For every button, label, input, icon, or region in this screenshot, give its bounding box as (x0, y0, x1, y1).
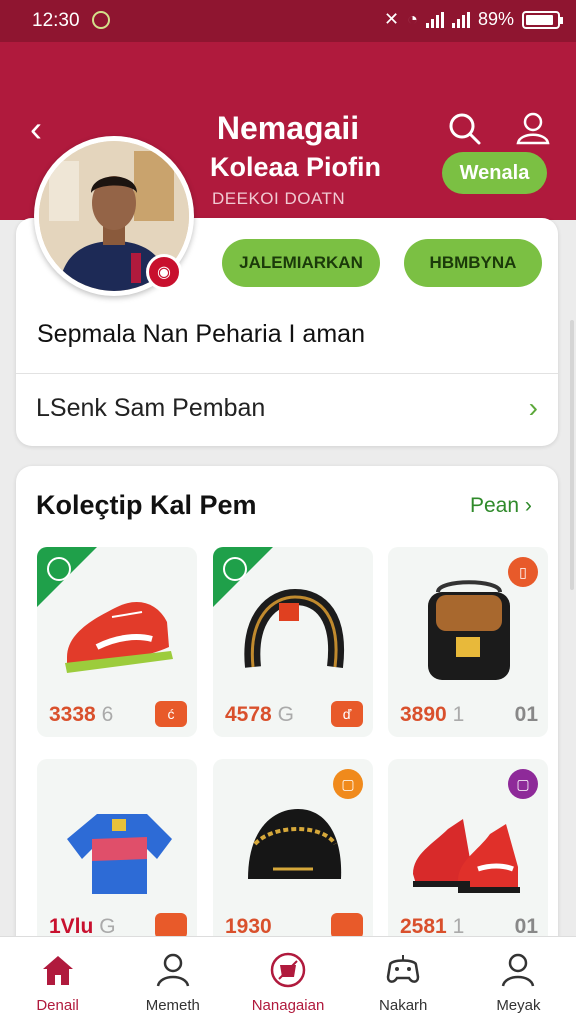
price-tag-icon: ď (331, 701, 363, 727)
product-card[interactable]: ▯ 3890 1 01 (388, 547, 548, 737)
price-suffix: 1 (452, 703, 465, 726)
action-button-secondary[interactable]: HBMBYNA (404, 239, 542, 287)
price-value: 2581 (400, 915, 447, 938)
search-icon[interactable] (448, 112, 482, 146)
info-title: Sepmala Nan Peharia I aman (37, 320, 365, 348)
nav-item-members[interactable]: Memeth (115, 937, 230, 1024)
collection-more-link[interactable]: Pean › (470, 494, 532, 518)
product-card[interactable]: 3338 6 ć (37, 547, 197, 737)
product-code: 01 (514, 703, 538, 726)
product-card[interactable]: 4578 G ď (213, 547, 373, 737)
price-value: 1930 (225, 915, 272, 938)
product-price: 3338 6 (49, 703, 113, 727)
account-icon[interactable] (515, 110, 551, 146)
nav-label: Denail (36, 997, 79, 1014)
person-icon (156, 953, 190, 987)
status-bar: 12:30 ✕ ◔ 89% (0, 0, 576, 42)
profile-icon (502, 953, 535, 987)
battery-percent: 89% (477, 9, 514, 29)
signal-icon-2 (451, 11, 470, 28)
mute-icon: ✕ (384, 9, 400, 29)
price-suffix: 6 (101, 703, 114, 726)
price-value: 3890 (400, 703, 447, 726)
chevron-right-icon: › (528, 392, 538, 423)
battery-icon (522, 10, 563, 29)
price-value: 4578 (225, 703, 272, 726)
scrollbar[interactable] (570, 320, 574, 590)
wifi-icon: ◔ (407, 9, 418, 29)
nav-label: Memeth (145, 997, 200, 1014)
boots-image (413, 819, 520, 893)
product-price: 4578 G (225, 703, 294, 727)
status-icons: ✕ ◔ 89% (384, 9, 563, 30)
status-time: 12:30 (32, 10, 80, 31)
action-button-primary[interactable]: JALEMIARKAN (222, 239, 380, 287)
bottom-nav: Denail Memeth Nanagaian Nakarh Meyak (0, 936, 576, 1024)
nav-item-profile[interactable]: Meyak (461, 937, 576, 1024)
info-link-row[interactable]: LSenk Sam Pemban › (16, 374, 558, 444)
price-suffix: G (99, 915, 116, 938)
profile-name: Koleaa Piofin (210, 152, 382, 182)
sneaker-image (65, 602, 173, 673)
team-badge-icon: ◉ (146, 254, 182, 290)
nav-item-games[interactable]: Nakarh (346, 937, 461, 1024)
price-value: 1Vlu (49, 915, 94, 938)
signal-icon (425, 11, 444, 28)
info-link-label: LSenk Sam Pemban (36, 394, 266, 422)
nav-label: Meyak (496, 997, 541, 1014)
product-card[interactable]: ▢ 2581 1 01 (388, 759, 548, 949)
nav-item-home[interactable]: Denail (0, 937, 115, 1024)
more-label: Pean (470, 494, 520, 517)
follow-button[interactable]: Wenala (442, 152, 547, 194)
nav-label: Nakarh (379, 997, 428, 1014)
gamepad-icon (386, 955, 420, 983)
product-card[interactable]: 1Vlu G (37, 759, 197, 949)
jersey-image (67, 814, 172, 894)
home-icon (42, 956, 73, 985)
price-suffix: G (277, 703, 294, 726)
nav-item-shop[interactable]: Nanagaian (230, 937, 345, 1024)
product-card[interactable]: ▢ 1930 (213, 759, 373, 949)
cap-image (248, 809, 342, 879)
product-price: 3890 1 (400, 703, 464, 727)
collection-title: Koleçtip Kal Pem (36, 490, 257, 520)
shop-icon (270, 952, 306, 988)
headband-image (244, 588, 345, 668)
chevron-right-icon: › (524, 494, 532, 517)
price-value: 3338 (49, 703, 96, 726)
profile-subtitle: DEEKOI DOATN (212, 189, 346, 208)
nav-label: Nanagaian (251, 997, 325, 1014)
bag-image (428, 580, 510, 680)
alarm-icon (92, 11, 110, 29)
price-suffix: 1 (452, 915, 465, 938)
price-tag-icon: ć (155, 701, 187, 727)
